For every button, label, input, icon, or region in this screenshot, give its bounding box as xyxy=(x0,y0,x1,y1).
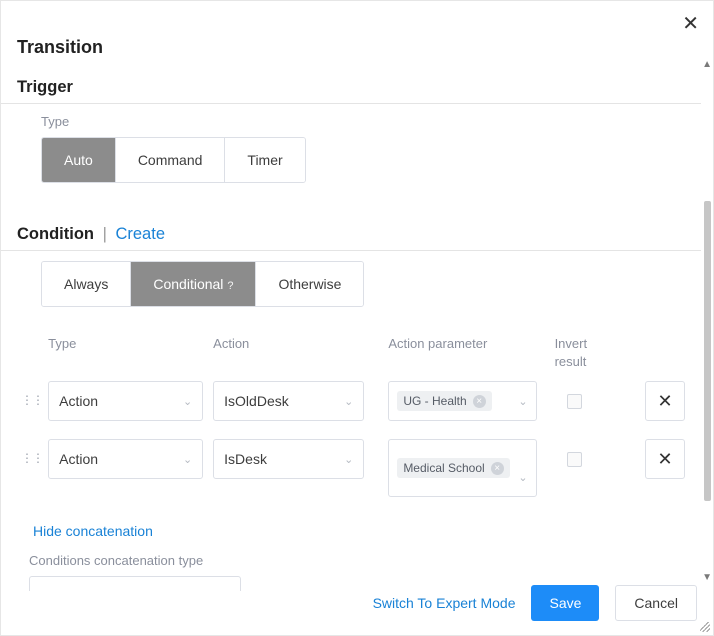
row-type-value: Action xyxy=(59,451,98,467)
tag-remove-icon[interactable]: × xyxy=(473,395,486,408)
condition-row: ⋮⋮ Action ⌄ IsOldDesk ⌄ xyxy=(21,381,685,421)
param-tag-label: Medical School xyxy=(403,461,484,475)
row-action-value: IsDesk xyxy=(224,451,267,467)
row-type-value: Action xyxy=(59,393,98,409)
drag-handle-icon[interactable]: ⋮⋮ xyxy=(21,439,48,465)
condition-create-link[interactable]: Create xyxy=(115,225,165,243)
chevron-down-icon: ⌄ xyxy=(518,471,527,484)
cancel-button[interactable]: Cancel xyxy=(615,585,697,621)
col-action-label: Action xyxy=(213,336,249,351)
condition-table: Type Action Action parameter Invert resu… xyxy=(21,335,685,497)
drag-handle-icon[interactable]: ⋮⋮ xyxy=(21,381,48,407)
scroll-down-arrow[interactable]: ▼ xyxy=(702,572,712,583)
invert-checkbox[interactable] xyxy=(567,452,582,467)
trigger-option-timer[interactable]: Timer xyxy=(224,138,304,182)
param-tag: UG - Health × xyxy=(397,391,491,411)
chevron-down-icon: ⌄ xyxy=(183,453,192,466)
save-button[interactable]: Save xyxy=(531,585,599,621)
concatenation-type-select[interactable]: And ⌄ xyxy=(29,576,241,591)
trigger-option-auto[interactable]: Auto xyxy=(42,138,115,182)
chevron-down-icon: ⌄ xyxy=(344,453,353,466)
chevron-down-icon: ⌄ xyxy=(344,395,353,408)
switch-expert-mode-link[interactable]: Switch To Expert Mode xyxy=(373,595,516,611)
trigger-section: Type Auto Command Timer xyxy=(1,114,701,197)
row-type-select[interactable]: Action ⌄ xyxy=(48,381,203,421)
chevron-down-icon: ⌄ xyxy=(221,590,230,592)
col-param-label: Action parameter xyxy=(388,336,487,351)
tab-conditional-label: Conditional xyxy=(153,276,223,292)
resize-handle-icon[interactable] xyxy=(697,619,711,633)
delete-icon: ✕ xyxy=(657,391,672,412)
row-action-select[interactable]: IsOldDesk ⌄ xyxy=(213,381,364,421)
invert-checkbox[interactable] xyxy=(567,394,582,409)
chevron-down-icon: ⌄ xyxy=(518,395,527,408)
delete-icon: ✕ xyxy=(657,449,672,470)
scrollbar-thumb[interactable] xyxy=(704,201,711,501)
concatenation-value: And xyxy=(40,588,65,591)
row-type-select[interactable]: Action ⌄ xyxy=(48,439,203,479)
scroll-up-arrow[interactable]: ▲ xyxy=(702,59,712,70)
trigger-type-group: Auto Command Timer xyxy=(41,137,306,183)
row-action-value: IsOldDesk xyxy=(224,393,289,409)
tab-conditional[interactable]: Conditional ? xyxy=(130,262,255,306)
trigger-heading: Trigger xyxy=(1,76,701,104)
delete-row-button[interactable]: ✕ xyxy=(645,439,685,479)
transition-dialog: ✕ Transition Trigger Type Auto Command T… xyxy=(0,0,714,636)
concatenation-type-label: Conditions concatenation type xyxy=(17,553,685,568)
delete-row-button[interactable]: ✕ xyxy=(645,381,685,421)
tab-always[interactable]: Always xyxy=(42,262,130,306)
condition-heading: Condition | Create xyxy=(1,223,701,251)
dialog-title: Transition xyxy=(1,1,701,76)
col-type-label: Type xyxy=(48,336,76,351)
param-tag: Medical School × xyxy=(397,458,509,478)
trigger-type-label: Type xyxy=(41,114,685,129)
condition-section: Always Conditional ? Otherwise Type Acti… xyxy=(1,261,701,591)
condition-tabs: Always Conditional ? Otherwise xyxy=(41,261,364,307)
condition-row: ⋮⋮ Action ⌄ IsDesk ⌄ xyxy=(21,439,685,497)
trigger-option-command[interactable]: Command xyxy=(115,138,225,182)
row-param-select[interactable]: Medical School × ⌄ xyxy=(388,439,536,497)
tab-otherwise[interactable]: Otherwise xyxy=(255,262,363,306)
condition-table-head: Type Action Action parameter Invert resu… xyxy=(21,335,685,381)
row-param-select[interactable]: UG - Health × ⌄ xyxy=(388,381,536,421)
dialog-footer: Switch To Expert Mode Save Cancel xyxy=(373,585,697,621)
col-invert-label: Invert result xyxy=(555,336,588,369)
tag-remove-icon[interactable]: × xyxy=(491,462,504,475)
row-action-select[interactable]: IsDesk ⌄ xyxy=(213,439,364,479)
param-tag-label: UG - Health xyxy=(403,394,466,408)
question-icon[interactable]: ? xyxy=(227,280,233,292)
hide-concatenation-link[interactable]: Hide concatenation xyxy=(33,523,153,539)
condition-heading-label: Condition xyxy=(17,225,94,243)
chevron-down-icon: ⌄ xyxy=(183,395,192,408)
separator: | xyxy=(99,225,111,243)
